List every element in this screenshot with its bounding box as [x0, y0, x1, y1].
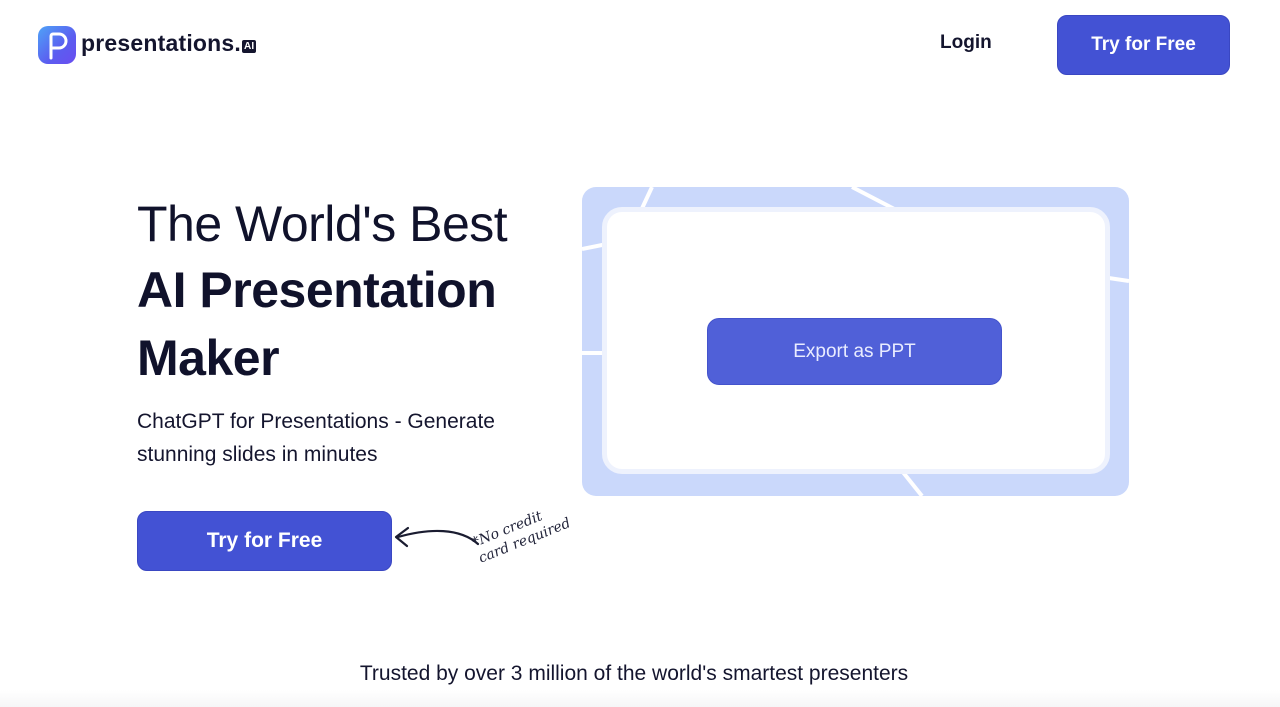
trusted-text: Trusted by over 3 million of the world's…: [359, 662, 909, 685]
login-link[interactable]: Login: [940, 32, 992, 54]
hero-try-free-button[interactable]: Try for Free: [137, 511, 392, 571]
logo-name: presentations: [81, 30, 235, 56]
logo-ai-badge: AI: [242, 40, 257, 53]
header-try-free-button[interactable]: Try for Free: [1057, 15, 1230, 75]
hero-title-line-1: The World's Best: [137, 196, 508, 252]
logo-icon[interactable]: [38, 26, 76, 64]
bottom-fade: [0, 690, 1280, 707]
logo-text[interactable]: presentations. AI: [81, 30, 257, 57]
logo-dot: .: [234, 30, 242, 56]
no-credit-card-note: *No credit card required: [470, 499, 573, 567]
export-ppt-button[interactable]: Export as PPT: [707, 318, 1002, 385]
hero-subtitle: ChatGPT for Presentations - Generate stu…: [137, 410, 495, 466]
hero-title-line-3: Maker: [137, 330, 280, 386]
hero-title-line-2: AI Presentation: [137, 262, 497, 318]
